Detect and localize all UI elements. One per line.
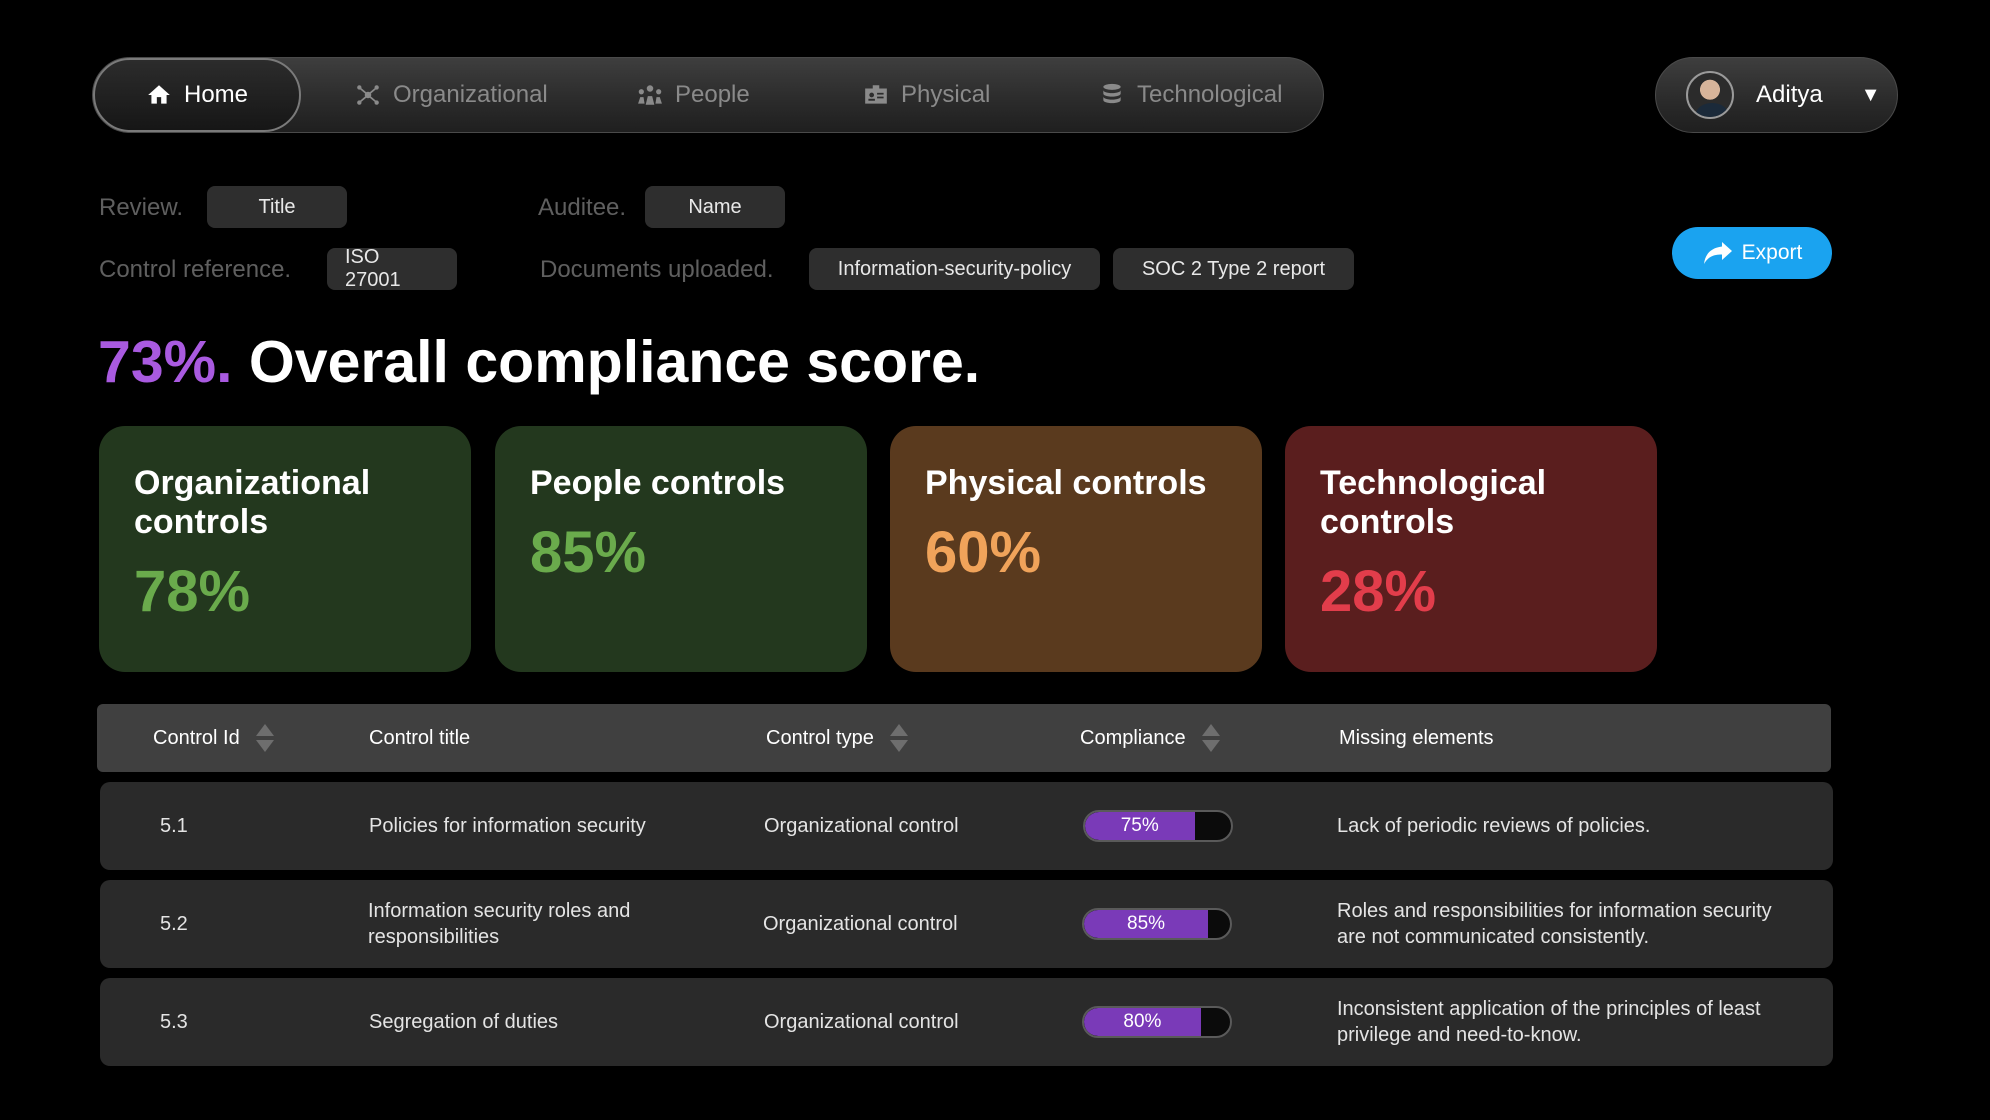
table-header: Control Id Control title Control type Co… <box>97 704 1831 772</box>
control-reference-label: Control reference. <box>99 256 292 283</box>
summary-card-physical: Physical controls 60% <box>890 426 1262 672</box>
control-reference-chip[interactable]: ISO 27001 <box>327 246 457 291</box>
auditee-label: Auditee. <box>538 194 627 221</box>
column-header-control-title: Control title <box>369 704 470 772</box>
card-title: Technological controls <box>1320 464 1547 541</box>
nav-tab-label: Physical <box>901 81 991 108</box>
export-button[interactable]: Export <box>1672 227 1832 279</box>
avatar <box>1686 71 1734 119</box>
control-id-cell: 5.2 <box>160 913 188 935</box>
sort-icon[interactable] <box>889 724 908 752</box>
export-label: Export <box>1741 241 1803 264</box>
control-id-cell: 5.1 <box>160 815 188 837</box>
control-type-cell: Organizational control <box>764 1011 959 1033</box>
card-value: 85% <box>530 520 647 585</box>
card-title: Organizational controls <box>134 464 371 541</box>
sort-icon[interactable] <box>255 724 274 752</box>
database-icon <box>1103 83 1121 104</box>
missing-elements-cell: Lack of periodic reviews of policies. <box>1337 815 1651 837</box>
chevron-down-icon: ▼ <box>1860 83 1881 106</box>
people-icon <box>638 85 662 105</box>
column-header-label: Missing elements <box>1339 726 1494 749</box>
nav-tab-home[interactable]: Home <box>93 58 301 132</box>
card-value: 28% <box>1320 559 1437 624</box>
column-header-label: Control type <box>766 726 874 749</box>
missing-elements-cell: Inconsistent application of the principl… <box>1337 998 1761 1046</box>
compliance-bar-fill: 80% <box>1084 1008 1201 1036</box>
compliance-bar: 85% <box>1082 908 1232 940</box>
compliance-bar-fill: 85% <box>1084 910 1209 938</box>
nav-tab-label: People <box>675 81 750 108</box>
nav-tab-organizational[interactable]: Organizational <box>355 58 548 132</box>
table-row[interactable]: 5.3 Segregation of duties Organizational… <box>100 978 1833 1066</box>
column-header-label: Compliance <box>1080 726 1186 749</box>
nav-tab-label: Home <box>183 81 249 108</box>
share-arrow-icon <box>1703 242 1732 264</box>
home-icon <box>148 85 170 104</box>
control-id-cell: 5.3 <box>160 1011 188 1033</box>
id-card-icon <box>865 85 887 104</box>
column-header-control-type[interactable]: Control type <box>766 704 908 772</box>
column-header-compliance[interactable]: Compliance <box>1080 704 1220 772</box>
table-row[interactable]: 5.2 Information security roles and respo… <box>100 880 1833 968</box>
page-title: 73%. Overall compliance score. <box>98 328 980 396</box>
control-title-cell: Segregation of duties <box>369 1011 559 1033</box>
user-menu[interactable]: Aditya ▼ <box>1655 57 1898 133</box>
card-value: 78% <box>134 559 251 624</box>
network-icon <box>357 85 379 105</box>
control-type-cell: Organizational control <box>764 815 959 837</box>
document-chip[interactable]: Information-security-policy <box>809 248 1100 290</box>
compliance-bar: 80% <box>1082 1006 1232 1038</box>
missing-elements-cell: Roles and responsibilities for informati… <box>1337 900 1772 948</box>
card-title: People controls <box>530 464 786 502</box>
overall-score: 73%. <box>98 329 233 395</box>
table-row[interactable]: 5.1 Policies for information security Or… <box>100 782 1833 870</box>
page-title-text: Overall compliance score. <box>232 329 981 395</box>
user-name: Aditya <box>1756 81 1823 108</box>
nav-tab-label: Organizational <box>393 81 548 108</box>
column-header-missing-elements: Missing elements <box>1339 704 1494 772</box>
control-title-cell: Information security roles and responsib… <box>368 900 631 948</box>
summary-card-people: People controls 85% <box>495 426 867 672</box>
review-label: Review. <box>99 194 184 221</box>
column-header-label: Control title <box>369 726 471 749</box>
sort-icon[interactable] <box>1201 724 1220 752</box>
document-chip[interactable]: SOC 2 Type 2 report <box>1113 248 1354 290</box>
nav-tab-technological[interactable]: Technological <box>1099 58 1282 132</box>
main-nav: Home Organizational People Physical Tech… <box>92 57 1324 133</box>
card-title: Physical controls <box>925 464 1207 502</box>
summary-card-technological: Technological controls 28% <box>1285 426 1657 672</box>
column-header-label: Control Id <box>153 726 240 749</box>
nav-tab-people[interactable]: People <box>637 58 750 132</box>
column-header-control-id[interactable]: Control Id <box>153 704 274 772</box>
control-title-cell: Policies for information security <box>369 815 646 837</box>
nav-tab-label: Technological <box>1137 81 1283 108</box>
compliance-bar: 75% <box>1083 810 1233 842</box>
documents-label: Documents uploaded. <box>540 256 774 283</box>
review-chip[interactable]: Title <box>207 186 347 228</box>
compliance-bar-fill: 75% <box>1085 812 1195 840</box>
summary-card-organizational: Organizational controls 78% <box>99 426 471 672</box>
control-type-cell: Organizational control <box>763 913 958 935</box>
nav-tab-physical[interactable]: Physical <box>863 58 990 132</box>
card-value: 60% <box>925 520 1042 585</box>
auditee-chip[interactable]: Name <box>645 186 785 228</box>
